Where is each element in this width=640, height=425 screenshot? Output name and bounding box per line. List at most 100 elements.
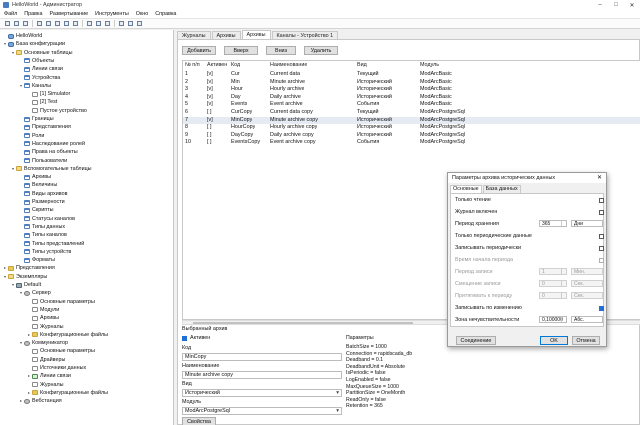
- tree-node[interactable]: ▾ Экземпляры: [2, 273, 47, 281]
- tree-node[interactable]: Типы устройств: [18, 248, 71, 256]
- tree-node[interactable]: ▸ Конфигурационные файлы: [26, 331, 108, 339]
- cancel-button[interactable]: Отмена: [572, 336, 600, 345]
- tree-node[interactable]: ▸ Представления: [2, 264, 55, 272]
- dialog-close-icon[interactable]: ✕: [597, 173, 602, 183]
- dialog-checkbox[interactable]: [599, 209, 604, 215]
- table-row[interactable]: 3 [v] Hour Hourly archive Исторический ModArc…: [183, 86, 640, 94]
- tree-node[interactable]: Журналы: [26, 381, 64, 389]
- undo-icon[interactable]: [71, 20, 79, 27]
- tree-node[interactable]: Роли: [18, 132, 44, 140]
- table-row[interactable]: 6 [ ] CurCopy Current data copy Текущий ModAr…: [183, 109, 640, 117]
- save-all-icon[interactable]: [35, 20, 43, 27]
- cut-icon[interactable]: [44, 20, 52, 27]
- table-row[interactable]: 4 [v] Day Daily archive Исторический ModArcBa…: [183, 94, 640, 102]
- tree-node[interactable]: Архивы: [26, 314, 59, 322]
- tree-node[interactable]: Права на объекты: [18, 148, 78, 156]
- tree-node[interactable]: Форматы: [18, 256, 55, 264]
- tree-node[interactable]: ▾ Вспомогательные таблицы: [10, 165, 92, 173]
- scroll-thumb[interactable]: [193, 322, 413, 324]
- column-header[interactable]: № п/п: [185, 62, 200, 70]
- tree-node[interactable]: Драйверы: [26, 356, 65, 364]
- table-row[interactable]: 10 [ ] EventsCopy Event archive copy События…: [183, 139, 640, 147]
- menu-edit[interactable]: Правка: [24, 11, 42, 17]
- properties-button[interactable]: Свойства: [182, 417, 216, 425]
- tab-logs[interactable]: Журналы: [177, 31, 211, 39]
- tree-node[interactable]: HelloWorld: [2, 32, 42, 40]
- open-icon[interactable]: [12, 20, 20, 27]
- download-icon[interactable]: [117, 20, 125, 27]
- column-header[interactable]: Наименование: [270, 62, 307, 70]
- dialog-checkbox[interactable]: [599, 233, 604, 239]
- dialog-checkbox[interactable]: [599, 197, 604, 203]
- tree-node[interactable]: Модули: [26, 306, 59, 314]
- column-header[interactable]: Код: [231, 62, 240, 70]
- column-header[interactable]: Модуль: [420, 62, 439, 70]
- tree-node[interactable]: Типы каналов: [18, 231, 67, 239]
- tree-node[interactable]: ▾ Каналы: [18, 82, 51, 90]
- table-row[interactable]: 1 [v] Cur Current data Текущий ModArcBasic: [183, 71, 640, 79]
- new-icon[interactable]: [3, 20, 11, 27]
- connection-button[interactable]: Соединение: [456, 336, 496, 345]
- help-icon[interactable]: [135, 20, 143, 27]
- column-header[interactable]: Активен: [207, 62, 227, 70]
- paste-icon[interactable]: [62, 20, 70, 27]
- tab-archives-active[interactable]: Архивы: [241, 30, 271, 39]
- tree-node[interactable]: ▸ Линии связи: [26, 372, 71, 380]
- tree-node[interactable]: ▾ База конфигурации: [2, 40, 65, 48]
- menu-window[interactable]: Окно: [136, 11, 149, 17]
- table-row[interactable]: 7 [v] MinCopy Minute archive copy Историческ…: [183, 116, 640, 125]
- table-row[interactable]: 2 [v] Min Minute archive Исторический ModArcB…: [183, 79, 640, 87]
- name-field[interactable]: Minute archive copy: [182, 371, 342, 379]
- dialog-checkbox[interactable]: [599, 245, 604, 251]
- dialog-number-field[interactable]: 365: [539, 220, 567, 227]
- table-row[interactable]: 5 [v] Events Event archive События ModArcBasi…: [183, 101, 640, 109]
- close-window-icon[interactable]: ✕: [624, 0, 640, 10]
- menu-deploy[interactable]: Развертывание: [49, 11, 88, 17]
- tree-node[interactable]: Представления: [18, 123, 71, 131]
- explorer-tree[interactable]: HelloWorld ▾ База конфигурации ▾ Основные та…: [0, 30, 174, 425]
- add-button[interactable]: Добавить: [182, 46, 216, 55]
- tree-node[interactable]: Линии связи: [18, 65, 63, 73]
- tree-node[interactable]: Основные параметры: [26, 347, 95, 355]
- move-down-button[interactable]: Вниз: [266, 46, 296, 55]
- tree-node[interactable]: [1] Simulator: [26, 90, 70, 98]
- tree-node[interactable]: Архивы: [18, 173, 51, 181]
- tree-node[interactable]: Границы: [18, 115, 54, 123]
- column-header[interactable]: Вид: [357, 62, 367, 70]
- kind-select[interactable]: Исторический: [182, 389, 342, 397]
- find-icon[interactable]: [94, 20, 102, 27]
- settings-icon[interactable]: [126, 20, 134, 27]
- menu-tools[interactable]: Инструменты: [95, 11, 129, 17]
- upload-icon[interactable]: [103, 20, 111, 27]
- table-row[interactable]: 8 [ ] HourCopy Hourly archive copy Историчес…: [183, 124, 640, 132]
- tree-node[interactable]: ▸ Вебстанция: [18, 397, 62, 405]
- move-up-button[interactable]: Вверх: [224, 46, 258, 55]
- tree-node[interactable]: Размерности: [18, 198, 65, 206]
- tree-node[interactable]: Типы данных: [18, 223, 65, 231]
- minimize-icon[interactable]: –: [592, 0, 608, 10]
- tree-node[interactable]: [2] Test: [26, 98, 57, 106]
- table-row[interactable]: 9 [ ] DayCopy Daily archive copy Исторически…: [183, 132, 640, 140]
- tree-node[interactable]: Пустое устройство: [26, 107, 87, 115]
- redo-icon[interactable]: [85, 20, 93, 27]
- delete-button[interactable]: Удалить: [304, 46, 338, 55]
- active-checkbox[interactable]: [182, 335, 187, 341]
- dialog-checkbox[interactable]: [599, 305, 604, 311]
- tree-node[interactable]: Журналы: [26, 323, 64, 331]
- tree-node[interactable]: ▾ Коммуникатор: [18, 339, 68, 347]
- module-select[interactable]: ModArcPostgreSql: [182, 407, 342, 415]
- tab-channels-device1[interactable]: Каналы - Устройство 1: [271, 31, 339, 39]
- tree-node[interactable]: ▾ Default: [10, 281, 41, 289]
- maximize-icon[interactable]: □: [608, 0, 624, 10]
- ok-button[interactable]: OK: [540, 336, 568, 345]
- tree-node[interactable]: ▾ Сервер: [18, 289, 51, 297]
- tree-node[interactable]: Источники данных: [26, 364, 86, 372]
- tree-node[interactable]: Скрипты: [18, 206, 54, 214]
- dialog-tab-general[interactable]: Основные: [450, 185, 482, 193]
- dialog-unit-select[interactable]: Дни: [571, 220, 603, 227]
- dialog-unit-select[interactable]: Абс.: [571, 316, 603, 323]
- tree-node[interactable]: Типы представлений: [18, 240, 84, 248]
- tree-node[interactable]: ▸ Конфигурационные файлы: [26, 389, 108, 397]
- dialog-tab-database[interactable]: База данных: [482, 185, 521, 193]
- tree-node[interactable]: Объекты: [18, 57, 54, 65]
